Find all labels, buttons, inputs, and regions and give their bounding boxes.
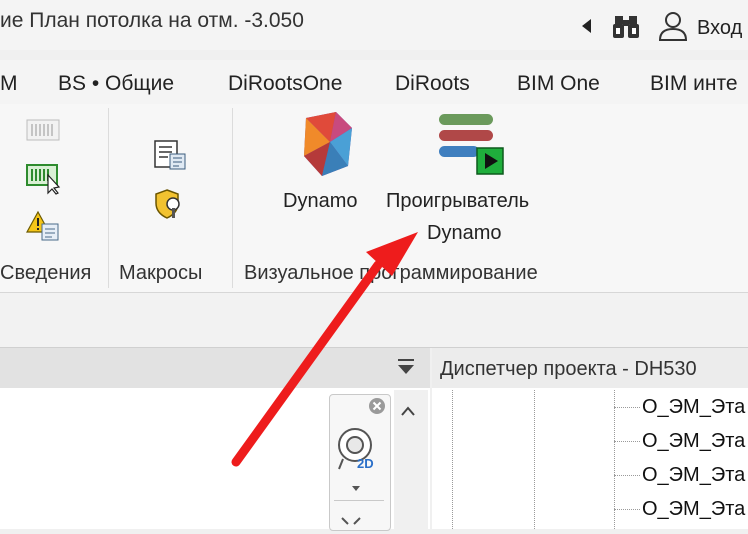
tab-bim-inte[interactable]: BIM инте (650, 72, 738, 96)
panel-separator (232, 108, 233, 288)
tree-item-view[interactable]: О_ЭМ_Эта (642, 498, 745, 521)
dynamo-icon[interactable] (300, 112, 358, 183)
dropdown-arrow-icon[interactable] (398, 365, 414, 374)
tab-bim-one[interactable]: BIM One (517, 72, 600, 96)
steering-wheel-2d-icon[interactable] (335, 425, 385, 480)
view-header (0, 348, 430, 388)
warning-info-icon[interactable] (25, 210, 62, 247)
tree-guide-line (452, 390, 453, 529)
tree-item-view[interactable]: О_ЭМ_Эта (642, 396, 745, 419)
scroll-up-icon[interactable] (400, 404, 416, 422)
tree-branch (614, 407, 640, 408)
tree-guide-line (534, 390, 535, 529)
dropdown-bar-icon (398, 359, 414, 361)
tree-branch (614, 475, 640, 476)
window-title: ие План потолка на отм. -3.050 (0, 9, 304, 32)
close-icon[interactable] (368, 397, 386, 420)
project-browser-title: Диспетчер проекта - DH530 (440, 358, 697, 380)
barcode-disabled-icon[interactable] (26, 118, 60, 149)
tree-branch (614, 509, 640, 510)
dynamo-player-label-2[interactable]: Dynamo (427, 222, 501, 245)
panel-label-info: Сведения (0, 262, 92, 284)
tree-branch (614, 441, 640, 442)
macro-security-icon[interactable] (154, 188, 188, 225)
tree-item-view[interactable]: О_ЭМ_Эта (642, 430, 745, 453)
tab-partial-m[interactable]: М (0, 72, 18, 96)
binoculars-icon[interactable] (612, 12, 640, 45)
panel-separator (108, 108, 109, 288)
chevron-down-icon[interactable] (352, 486, 360, 491)
nav-divider (334, 500, 384, 501)
scroll-left-arrow-icon[interactable] (582, 19, 591, 33)
macro-manager-icon[interactable] (152, 138, 188, 177)
tab-bs-general[interactable]: BS • Общие (58, 72, 174, 96)
user-icon[interactable] (657, 10, 689, 47)
tool-strip (0, 293, 748, 348)
dynamo-player-label-1[interactable]: Проигрыватель (386, 190, 529, 213)
barcode-select-icon[interactable] (26, 163, 64, 200)
sign-in-label[interactable]: Вход (697, 17, 742, 40)
dynamo-player-icon[interactable] (437, 112, 505, 181)
badge-2d: 2D (357, 456, 374, 471)
zoom-extents-icon[interactable] (340, 512, 362, 534)
tab-diroots[interactable]: DiRoots (395, 72, 470, 96)
panel-label-visual-programming: Визуальное программирование (244, 262, 538, 284)
tab-dirootsone[interactable]: DiRootsOne (228, 72, 342, 96)
panel-label-macros: Макросы (119, 262, 203, 284)
dynamo-button-label[interactable]: Dynamo (283, 190, 357, 213)
tree-item-view[interactable]: О_ЭМ_Эта (642, 464, 745, 487)
